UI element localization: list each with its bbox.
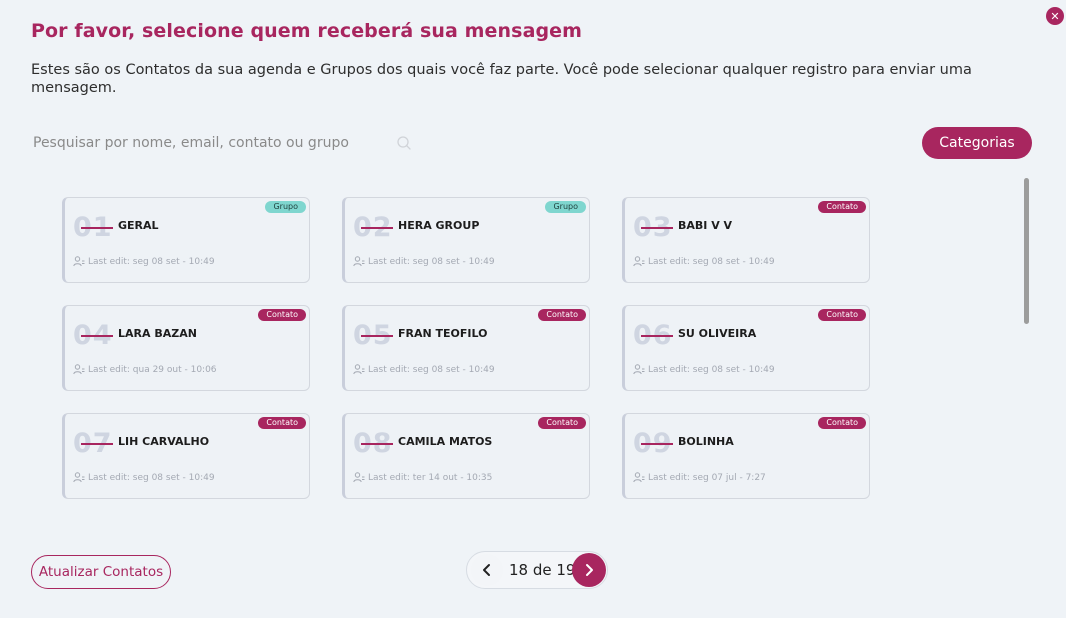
page-indicator: 18 de 19 (509, 561, 576, 579)
card-last-edit: Last edit: seg 08 set - 10:49 (73, 256, 215, 267)
user-edit-icon (73, 364, 85, 375)
contact-card[interactable]: 08 CAMILA MATOS Contato Last edit: ter 14 o… (342, 413, 590, 499)
card-badge: Contato (818, 201, 866, 213)
user-edit-icon (353, 256, 365, 267)
card-name: GERAL (118, 219, 159, 232)
user-edit-icon (633, 472, 645, 483)
contact-card[interactable]: 04 LARA BAZAN Contato Last edit: qua 29 out… (62, 305, 310, 391)
contact-card[interactable]: 06 SU OLIVEIRA Contato Last edit: seg 08 se… (622, 305, 870, 391)
card-name: BOLINHA (678, 435, 734, 448)
card-last-edit: Last edit: seg 08 set - 10:49 (73, 472, 215, 483)
card-last-edit-text: Last edit: seg 08 set - 10:49 (648, 256, 775, 267)
pagination: 18 de 19 (466, 551, 608, 589)
card-last-edit-text: Last edit: seg 08 set - 10:49 (88, 256, 215, 267)
contact-card[interactable]: 02 HERA GROUP Grupo Last edit: seg 08 set -… (342, 197, 590, 283)
card-accent-line (361, 335, 393, 337)
card-accent-line (81, 335, 113, 337)
card-name: LARA BAZAN (118, 327, 197, 340)
user-edit-icon (73, 256, 85, 267)
card-last-edit-text: Last edit: seg 08 set - 10:49 (648, 364, 775, 375)
scrollbar[interactable] (1024, 178, 1030, 324)
card-name: CAMILA MATOS (398, 435, 493, 448)
card-last-edit-text: Last edit: ter 14 out - 10:35 (368, 472, 493, 483)
contact-card[interactable]: 01 GERAL Grupo Last edit: seg 08 set - 10:4… (62, 197, 310, 283)
user-edit-icon (353, 472, 365, 483)
chevron-left-icon[interactable] (471, 554, 503, 586)
card-badge: Contato (258, 309, 306, 321)
card-accent-line (361, 443, 393, 445)
card-name: SU OLIVEIRA (678, 327, 757, 340)
card-name: HERA GROUP (398, 219, 480, 232)
scrollbar-thumb[interactable] (1024, 178, 1029, 324)
card-badge: Contato (818, 417, 866, 429)
card-last-edit: Last edit: seg 08 set - 10:49 (353, 364, 495, 375)
card-accent-line (81, 443, 113, 445)
user-edit-icon (353, 364, 365, 375)
modal-subtitle: Estes são os Contatos da sua agenda e Gr… (31, 62, 972, 96)
update-contacts-button[interactable]: Atualizar Contatos (31, 555, 171, 589)
card-accent-line (81, 227, 113, 229)
categories-button[interactable]: Categorias (922, 127, 1032, 159)
card-accent-line (361, 227, 393, 229)
contact-card[interactable]: 03 BABI V V Contato Last edit: seg 08 set -… (622, 197, 870, 283)
search-input[interactable] (31, 128, 395, 158)
card-last-edit-text: Last edit: seg 08 set - 10:49 (368, 364, 495, 375)
card-badge: Grupo (545, 201, 586, 213)
contact-selector-modal: ✕ Por favor, selecione quem receberá sua… (0, 0, 1066, 618)
card-name: BABI V V (678, 219, 733, 232)
card-badge: Contato (258, 417, 306, 429)
contact-card[interactable]: 07 LIH CARVALHO Contato Last edit: seg 08 s… (62, 413, 310, 499)
card-last-edit: Last edit: ter 14 out - 10:35 (353, 472, 492, 483)
card-last-edit-text: Last edit: qua 29 out - 10:06 (88, 364, 217, 375)
user-edit-icon (73, 472, 85, 483)
card-last-edit: Last edit: seg 07 jul - 7:27 (633, 472, 766, 483)
card-last-edit-text: Last edit: seg 08 set - 10:49 (368, 256, 495, 267)
card-last-edit: Last edit: seg 08 set - 10:49 (633, 256, 775, 267)
user-edit-icon (633, 364, 645, 375)
card-badge: Contato (538, 309, 586, 321)
search-icon[interactable] (396, 135, 412, 151)
card-badge: Contato (538, 417, 586, 429)
contact-card[interactable]: 05 FRAN TEOFILO Contato Last edit: seg 08 s… (342, 305, 590, 391)
modal-title: Por favor, selecione quem receberá sua m… (31, 20, 583, 42)
card-last-edit: Last edit: seg 08 set - 10:49 (353, 256, 495, 267)
card-name: FRAN TEOFILO (398, 327, 488, 340)
card-last-edit: Last edit: seg 08 set - 10:49 (633, 364, 775, 375)
card-accent-line (641, 227, 673, 229)
close-icon[interactable]: ✕ (1046, 7, 1064, 25)
card-accent-line (641, 443, 673, 445)
card-badge: Grupo (265, 201, 306, 213)
contact-card[interactable]: 09 BOLINHA Contato Last edit: seg 07 jul - … (622, 413, 870, 499)
card-badge: Contato (818, 309, 866, 321)
search-bar (31, 128, 421, 158)
user-edit-icon (633, 256, 645, 267)
card-name: LIH CARVALHO (118, 435, 210, 448)
card-last-edit-text: Last edit: seg 08 set - 10:49 (88, 472, 215, 483)
card-accent-line (641, 335, 673, 337)
card-last-edit-text: Last edit: seg 07 jul - 7:27 (648, 472, 766, 483)
chevron-right-icon[interactable] (572, 553, 606, 587)
card-last-edit: Last edit: qua 29 out - 10:06 (73, 364, 217, 375)
